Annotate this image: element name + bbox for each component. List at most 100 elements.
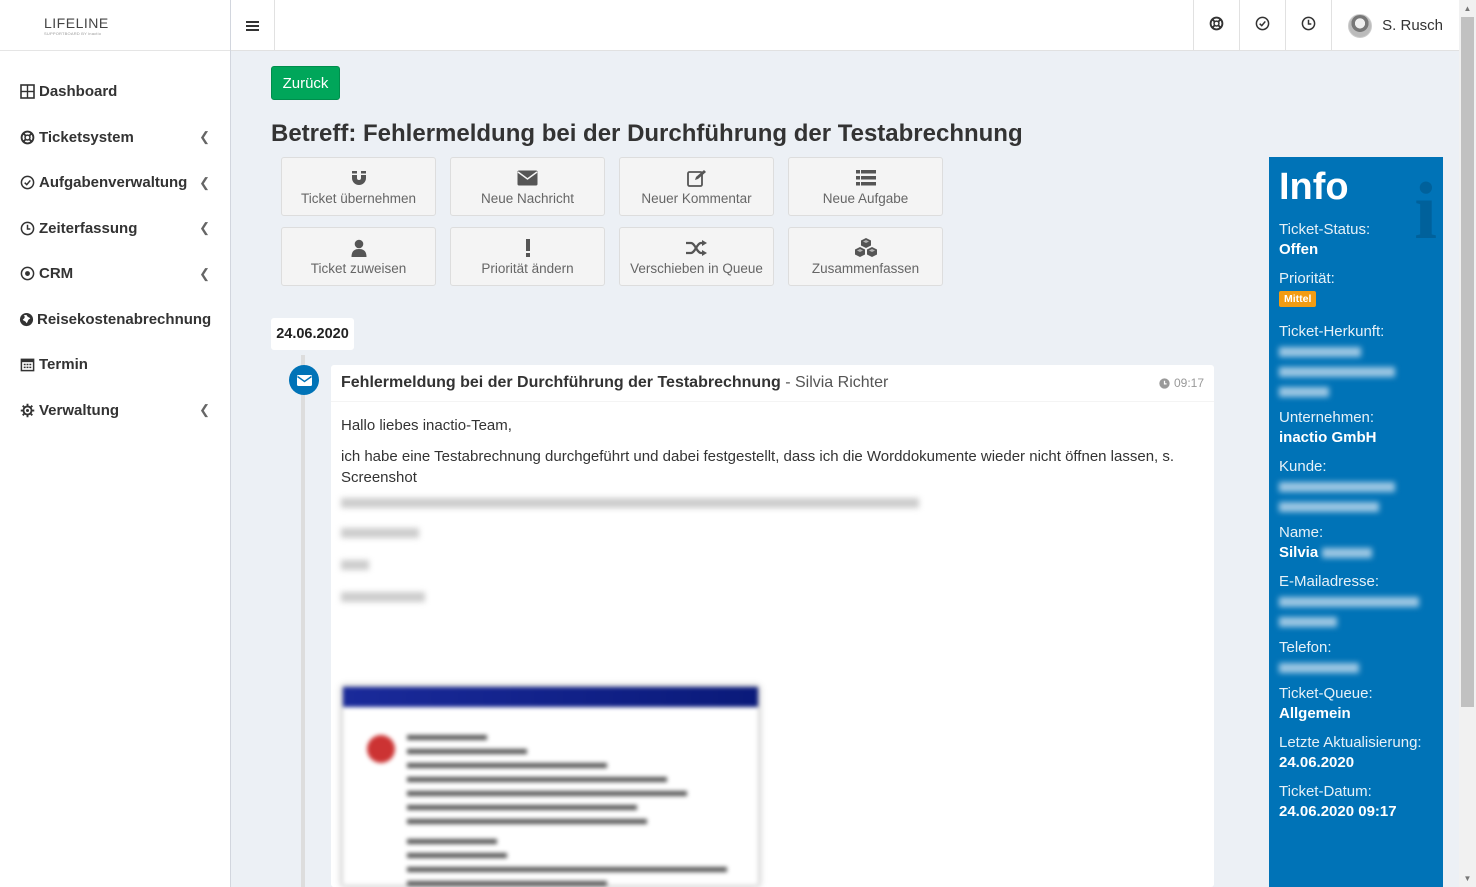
- logo-subtext: SUPPORTBOARD BY inactio: [44, 30, 102, 36]
- message-sender: Silvia Richter: [794, 374, 889, 391]
- priority-badge: Mittel: [1279, 291, 1317, 307]
- assign-ticket-button[interactable]: Ticket zuweisen: [281, 227, 436, 286]
- title-subject: Fehlermeldung bei der Durchführung der T…: [363, 120, 1023, 147]
- envelope-icon: [517, 167, 538, 189]
- change-priority-button[interactable]: Priorität ändern: [450, 227, 605, 286]
- updated-label: Letzte Aktualisierung:: [1279, 734, 1422, 751]
- customer-label: Kunde:: [1279, 458, 1327, 475]
- message-card: Fehlermeldung bei der Durchführung der T…: [331, 365, 1214, 887]
- shuffle-icon: [686, 237, 707, 259]
- message-header: Fehlermeldung bei der Durchführung der T…: [331, 365, 1214, 402]
- sidebar-item-ticketsystem[interactable]: Ticketsystem ❮: [0, 115, 230, 161]
- lifebuoy-icon: [1209, 16, 1224, 36]
- sidebar-item-zeiterfassung[interactable]: Zeiterfassung ❮: [0, 206, 230, 252]
- customer-value-redacted: [1279, 482, 1433, 512]
- sidebar-item-label: Zeiterfassung: [39, 219, 138, 237]
- message-greeting: Hallo liebes inactio-Team,: [341, 417, 512, 434]
- status-value: Offen: [1279, 241, 1319, 258]
- action-label: Zusammenfassen: [811, 261, 920, 276]
- message-time-value: 09:17: [1173, 376, 1204, 390]
- sidebar-item-verwaltung[interactable]: Verwaltung ❮: [0, 388, 230, 434]
- action-label: Priorität ändern: [481, 261, 574, 276]
- email-value-redacted[interactable]: [1279, 597, 1433, 627]
- chevron-left-icon: ❮: [199, 220, 210, 236]
- name-value: Silvia: [1279, 542, 1433, 563]
- topbar-right: S. Rusch: [1193, 0, 1459, 51]
- sidebar-toggle-button[interactable]: [231, 0, 275, 51]
- page-scrollbar[interactable]: ▲ ▼: [1459, 0, 1476, 887]
- phone-value-redacted[interactable]: [1279, 663, 1433, 673]
- scrollbar-thumb[interactable]: [1461, 17, 1474, 707]
- sidebar-item-label: Aufgabenverwaltung: [39, 174, 188, 192]
- sidebar-item-label: Termin: [39, 356, 88, 374]
- sidebar-item-label: Ticketsystem: [39, 128, 134, 146]
- ticket-date-value: 24.06.2020 09:17: [1279, 803, 1397, 820]
- move-to-queue-button[interactable]: Verschieben in Queue: [619, 227, 774, 286]
- page-title: Betreff: Fehlermeldung bei der Durchführ…: [271, 120, 1023, 148]
- clock-icon: [1301, 16, 1316, 36]
- back-button[interactable]: Zurück: [271, 66, 340, 100]
- sidebar-item-label: Dashboard: [39, 83, 118, 101]
- info-panel: i Info Ticket-Status: Offen Priorität: M…: [1269, 157, 1443, 887]
- error-icon: [367, 735, 395, 763]
- ticket-actions: Ticket übernehmen Neue Nachricht Neuer K…: [281, 157, 951, 286]
- sidebar-item-reisekostenabrechnung[interactable]: Reisekostenabrechnung: [0, 297, 230, 343]
- sidebar-item-termin[interactable]: Termin: [0, 342, 230, 388]
- action-label: Neuer Kommentar: [641, 191, 752, 206]
- chevron-left-icon: ❮: [199, 129, 210, 145]
- list-icon: [855, 167, 876, 189]
- phone-label: Telefon:: [1279, 639, 1332, 656]
- scroll-down-arrow-icon[interactable]: ▼: [1459, 870, 1476, 887]
- new-task-button[interactable]: Neue Aufgabe: [788, 157, 943, 216]
- new-comment-button[interactable]: Neuer Kommentar: [619, 157, 774, 216]
- gear-icon: [19, 402, 36, 419]
- sidebar: LIFELINE SUPPORTBOARD BY inactio Dashboa…: [0, 0, 231, 887]
- take-ticket-button[interactable]: Ticket übernehmen: [281, 157, 436, 216]
- sidebar-item-dashboard[interactable]: Dashboard: [0, 69, 230, 115]
- email-label: E-Mailadresse:: [1279, 573, 1380, 590]
- title-prefix: Betreff:: [271, 120, 357, 147]
- chevron-left-icon: ❮: [199, 265, 210, 281]
- edit-icon: [686, 167, 707, 189]
- sidebar-item-crm[interactable]: CRM ❮: [0, 251, 230, 297]
- timeline-line: [301, 355, 305, 887]
- queue-value: Allgemein: [1279, 705, 1351, 722]
- ticket-date-label: Ticket-Datum:: [1279, 783, 1372, 800]
- sidebar-item-label: CRM: [39, 265, 74, 283]
- tasks-nav-button[interactable]: [1239, 0, 1285, 51]
- new-message-button[interactable]: Neue Nachricht: [450, 157, 605, 216]
- screenshot-attachment[interactable]: [342, 686, 759, 886]
- time-nav-button[interactable]: [1285, 0, 1331, 51]
- sidebar-item-label: Verwaltung: [39, 401, 120, 419]
- app-logo[interactable]: LIFELINE SUPPORTBOARD BY inactio: [0, 0, 230, 51]
- hamburger-icon: [246, 19, 259, 33]
- status-label: Ticket-Status:: [1279, 221, 1371, 238]
- check-circle-icon: [1255, 16, 1270, 36]
- info-title: Info: [1279, 166, 1349, 208]
- origin-value-redacted: [1279, 347, 1433, 397]
- screenshot-titlebar: [343, 687, 758, 707]
- message-time: 09:17: [1159, 376, 1204, 390]
- user-name: S. Rusch: [1382, 17, 1443, 34]
- logo-text: LIFELINE: [44, 14, 109, 31]
- name-label: Name:: [1279, 524, 1324, 541]
- sidebar-item-aufgabenverwaltung[interactable]: Aufgabenverwaltung ❮: [0, 160, 230, 206]
- dot-circle-icon: [19, 265, 36, 282]
- chevron-left-icon: ❮: [199, 402, 210, 418]
- clock-icon: [1159, 377, 1170, 389]
- action-label: Verschieben in Queue: [630, 261, 763, 276]
- action-label: Neue Nachricht: [480, 191, 575, 206]
- user-menu[interactable]: S. Rusch: [1331, 0, 1459, 51]
- scroll-up-arrow-icon[interactable]: ▲: [1459, 0, 1476, 17]
- action-label: Neue Aufgabe: [822, 191, 909, 206]
- avatar: [1348, 13, 1373, 38]
- action-label: Ticket übernehmen: [300, 191, 417, 206]
- message-sender-prefix: -: [780, 374, 795, 391]
- merge-button[interactable]: Zusammenfassen: [788, 227, 943, 286]
- user-icon: [351, 237, 367, 259]
- globe-icon: [19, 311, 34, 328]
- redacted-text: [341, 498, 1204, 602]
- priority-label: Priorität:: [1279, 270, 1335, 287]
- sidebar-item-label: Reisekostenabrechnung: [37, 310, 212, 328]
- tickets-nav-button[interactable]: [1193, 0, 1239, 51]
